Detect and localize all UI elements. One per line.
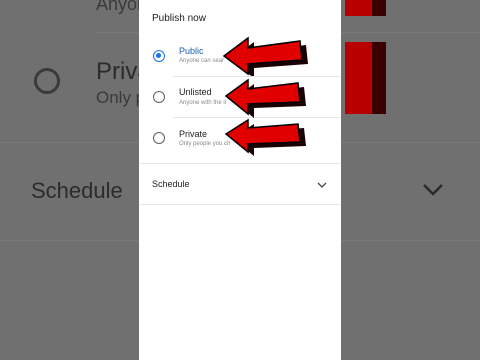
radio-icon[interactable] bbox=[153, 91, 165, 103]
red-arrow-icon bbox=[222, 36, 308, 76]
divider bbox=[139, 204, 341, 205]
option-description: Anyone can sear bbox=[179, 58, 225, 64]
screen: Anyone Priva Only p Schedule Publish now… bbox=[0, 0, 480, 360]
red-arrow-icon bbox=[224, 78, 306, 118]
chevron-down-icon[interactable] bbox=[317, 180, 327, 190]
option-label: Private bbox=[179, 129, 208, 139]
bg-red-arrow-shadow bbox=[372, 0, 386, 16]
option-label: Unlisted bbox=[179, 87, 212, 97]
bg-private-sub: Only p bbox=[96, 88, 146, 107]
option-label: Public bbox=[179, 46, 204, 56]
schedule-label: Schedule bbox=[152, 179, 190, 189]
radio-icon[interactable] bbox=[153, 132, 165, 144]
schedule-row[interactable]: Schedule bbox=[139, 164, 341, 204]
option-description: Anyone with the li bbox=[179, 100, 227, 106]
option-description: Only people you ch bbox=[179, 141, 231, 147]
red-arrow-icon bbox=[224, 118, 306, 156]
radio-checked-icon[interactable] bbox=[153, 50, 165, 62]
bg-schedule-label: Schedule bbox=[31, 178, 123, 203]
dialog-title: Publish now bbox=[152, 13, 206, 24]
bg-red-arrow-shadow bbox=[372, 42, 386, 114]
bg-radio-icon bbox=[34, 68, 60, 94]
bg-chevron-down-icon bbox=[423, 184, 443, 196]
